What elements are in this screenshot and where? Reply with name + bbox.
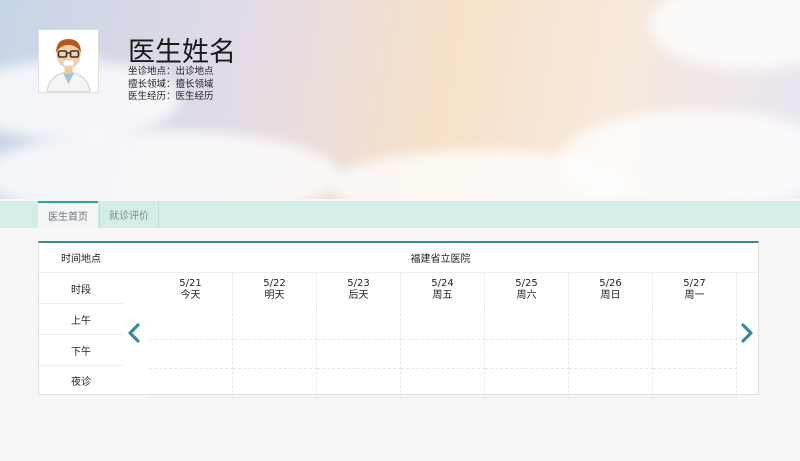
day-date: 5/23 [347,278,370,289]
schedule-slot-morning[interactable] [149,309,233,340]
day-column-header: 5/21 今天 [149,273,233,309]
schedule-slot-afternoon[interactable] [653,338,737,369]
schedule-slot-night[interactable] [569,367,653,398]
schedule-slot-morning[interactable] [569,309,653,340]
doctor-experience-label: 医生经历： [128,91,176,102]
day-column-header: 5/24 周五 [401,273,485,309]
chevron-right-icon [741,323,753,343]
day-date: 5/24 [431,278,454,289]
row-header-time-location: 时间地点 [39,243,123,273]
header-banner: 医生姓名 坐诊地点：出诊地点 擅长领域：擅长领域 医生经历：医生经历 [0,0,800,199]
doctor-specialty-value: 擅长领域 [175,79,214,90]
tab-bar: 医生首页 就诊评价 [0,201,800,228]
doctor-location: 坐诊地点：出诊地点 [128,66,214,78]
schedule-slot-afternoon[interactable] [149,338,233,369]
doctor-avatar [38,29,99,93]
day-weekday: 周日 [600,290,621,301]
day-column-header: 5/22 明天 [233,273,317,309]
schedule-slot-morning[interactable] [233,309,317,340]
day-date: 5/21 [179,278,202,289]
day-weekday: 周一 [684,290,705,301]
schedule-slot-night[interactable] [233,367,317,398]
schedule-slot-morning[interactable] [317,309,401,340]
day-column-header: 5/25 周六 [485,273,569,309]
doctor-specialty: 擅长领域：擅长领域 [128,79,214,91]
row-header-afternoon: 下午 [39,335,123,366]
schedule-slot-morning[interactable] [401,309,485,340]
day-column-header: 5/26 周日 [569,273,653,309]
day-weekday: 周六 [516,290,537,301]
doctor-experience: 医生经历：医生经历 [128,91,214,103]
day-date: 5/27 [683,278,706,289]
doctor-location-label: 坐诊地点： [128,66,176,77]
doctor-name: 医生姓名 [128,37,236,68]
doctor-specialty-label: 擅长领域： [128,79,176,90]
schedule-slot-afternoon[interactable] [569,338,653,369]
doctor-location-value: 出诊地点 [175,66,214,77]
schedule-slot-night[interactable] [401,367,485,398]
day-date: 5/25 [515,278,538,289]
schedule-slot-night[interactable] [653,367,737,398]
day-weekday: 明天 [264,290,285,301]
schedule-slot-night[interactable] [317,367,401,398]
day-column-header: 5/23 后天 [317,273,401,309]
schedule-slot-afternoon[interactable] [485,338,569,369]
schedule-slot-night[interactable] [149,367,233,398]
tab-reviews[interactable]: 就诊评价 [99,201,159,228]
next-week-button[interactable] [740,323,754,347]
prev-week-button[interactable] [127,323,141,347]
hospital-name: 福建省立医院 [123,243,758,273]
doctor-avatar-icon [46,39,91,93]
day-date: 5/26 [599,278,622,289]
schedule-slot-afternoon[interactable] [401,338,485,369]
schedule-table: 时间地点 时段 上午 下午 夜诊 福建省立医院 5/21 今天 5/22 明天 … [38,241,759,398]
tab-doctor-home[interactable]: 医生首页 [38,201,98,228]
chevron-left-icon [128,323,140,343]
row-header-night: 夜诊 [71,377,91,388]
day-date: 5/22 [263,278,286,289]
schedule-slot-night[interactable] [485,367,569,398]
schedule-slot-afternoon[interactable] [317,338,401,369]
day-weekday: 后天 [348,290,369,301]
day-column-header: 5/27 周一 [653,273,737,309]
row-header-period: 时段 [39,273,123,304]
day-weekday: 今天 [180,290,201,301]
schedule-slot-morning[interactable] [653,309,737,340]
doctor-experience-value: 医生经历 [175,91,214,102]
day-weekday: 周五 [432,290,453,301]
schedule-slot-afternoon[interactable] [233,338,317,369]
row-header-morning: 上午 [39,304,123,335]
schedule-slot-morning[interactable] [485,309,569,340]
